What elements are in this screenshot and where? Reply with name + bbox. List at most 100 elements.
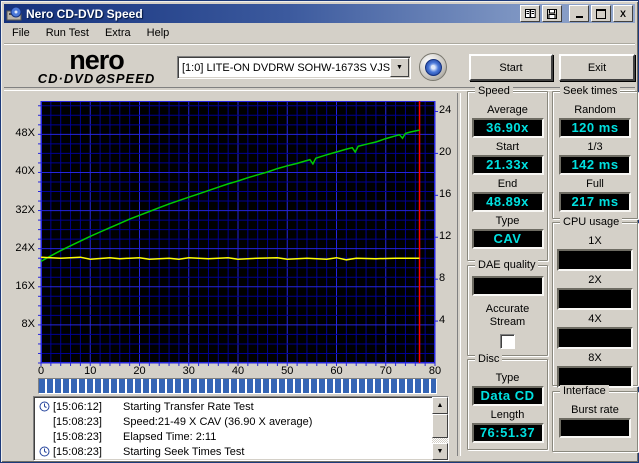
drive-select[interactable]: [1:0] LITE-ON DVDRW SOHW-1673S VJS02 ▼ (177, 56, 411, 79)
cpu-field-value (557, 288, 633, 310)
eject-disc-button[interactable] (419, 53, 447, 81)
close-icon: X (619, 8, 626, 19)
cpu-field-label: 8X (588, 352, 602, 364)
scrollbar-thumb[interactable] (432, 414, 448, 438)
panel-speed: Speed Average 36.90x Start 21.33x End 48.89x T… (467, 85, 548, 261)
log-entry-text: Starting Seek Times Test (123, 445, 245, 458)
y-axis-left-tick: 8X (21, 317, 35, 330)
menu-bar: File Run Test Extra Help (4, 23, 635, 44)
group-title-speed: Speed (475, 85, 513, 97)
y-axis-left-tick: 16X (15, 279, 35, 292)
chevron-down-icon[interactable]: ▼ (390, 58, 409, 77)
iface-field-label: Burst rate (571, 404, 619, 416)
transfer-rate-chart: 8X 16X 24X 32X 40X 48X 4 8 12 16 20 24 0 10 20 30 40 50 60… (7, 93, 459, 381)
cd-disc-icon (424, 58, 442, 76)
menu-item-help[interactable]: Help (139, 25, 178, 41)
panel-cpu: CPU usage 1X 2X 4X 8X (552, 216, 638, 388)
speed-field-value: CAV (471, 229, 544, 249)
log-entry-time: [15:08:23] (53, 445, 102, 458)
speed-fields: Average 36.90x Start 21.33x End 48.89x Type CAV (468, 92, 547, 249)
y-axis-left-tick: 24X (15, 241, 35, 254)
x-axis-tick: 20 (133, 365, 146, 377)
log-entry-time: [15:06:12] (53, 400, 102, 413)
window-title: Nero CD-DVD Speed (26, 6, 143, 21)
cpu-field-label: 4X (588, 313, 602, 325)
speed-field-label: End (497, 178, 518, 190)
start-button[interactable]: Start (469, 54, 553, 81)
log-entry-text: Starting Transfer Rate Test (123, 400, 254, 413)
log-scrollbar[interactable]: ▲ ▼ (432, 397, 448, 460)
clock-icon (39, 401, 50, 412)
title-bar: Nero CD-DVD Speed X (4, 4, 635, 23)
panel-dae: DAE quality Accurate Stream (467, 259, 548, 356)
log-entry: [15:08:23] Elapsed Time: 2:11 (36, 429, 432, 444)
menu-item-extra[interactable]: Extra (97, 25, 139, 41)
x-axis-tick: 10 (84, 365, 97, 377)
maximize-button[interactable] (591, 5, 611, 22)
dae-fields: Accurate Stream (468, 266, 547, 349)
nero-logo-text: nero (69, 45, 125, 75)
arrow-down-icon: ▼ (436, 448, 444, 455)
x-axis-tick: 30 (182, 365, 195, 377)
help-book-button[interactable] (520, 5, 540, 22)
panel-disc: Disc Type Data CD Length 76:51.37 (467, 353, 548, 450)
speed-field-label: Type (495, 215, 520, 227)
menu-item-file[interactable]: File (4, 25, 38, 41)
panel-seek: Seek times Random 120 ms 1/3 142 ms Full 217 … (552, 85, 638, 219)
group-title-seek: Seek times (560, 85, 621, 97)
log-panel: [15:06:12] Starting Transfer Rate Test [15… (33, 396, 449, 461)
x-axis-tick: 80 (428, 365, 442, 377)
iface-field-value (559, 418, 631, 438)
test-progress-bar (38, 378, 437, 394)
y-axis-left-tick: 48X (15, 127, 35, 140)
cpu-field-value (557, 327, 633, 349)
arrow-up-icon: ▲ (436, 402, 444, 409)
x-axis-tick: 50 (281, 365, 294, 377)
seek-field-value: 120 ms (559, 118, 631, 138)
group-title-dae: DAE quality (475, 259, 539, 271)
logo-disc-icon: ⊘ (94, 71, 107, 86)
floppy-save-icon (547, 8, 557, 19)
log-entry-icon (36, 401, 53, 412)
speed-field-value: 21.33x (471, 155, 544, 175)
disc-field-label: Length (490, 409, 525, 421)
clock-icon (39, 446, 50, 457)
x-axis-tick: 70 (379, 365, 392, 377)
menu-item-run-test[interactable]: Run Test (38, 25, 97, 41)
group-title-cpu: CPU usage (560, 216, 623, 228)
log-entry: [15:06:12] Starting Transfer Rate Test (36, 399, 432, 414)
nero-logo: nero CD·DVD⊘SPEED (24, 45, 169, 87)
x-axis-tick: 40 (231, 365, 245, 377)
log-entry: [15:08:23] Speed:21-49 X CAV (36.90 X ave… (36, 414, 432, 429)
app-window: Nero CD-DVD Speed X File Run Test Extra Hel… (0, 0, 639, 463)
y-axis-left-tick: 32X (15, 203, 35, 216)
group-title-disc: Disc (475, 353, 503, 365)
accurate-stream-checkbox[interactable] (500, 334, 515, 349)
exit-button[interactable]: Exit (559, 54, 635, 81)
toolbar-header: nero CD·DVD⊘SPEED [1:0] LITE-ON DVDRW SO… (4, 44, 635, 88)
minimize-button[interactable] (569, 5, 589, 22)
drive-select-value: [1:0] LITE-ON DVDRW SOHW-1673S VJS02 (182, 61, 390, 74)
save-button[interactable] (542, 5, 562, 22)
seek-field-label: 1/3 (587, 141, 603, 153)
disc-fields: Type Data CD Length 76:51.37 (468, 360, 547, 443)
speed-field-value: 36.90x (471, 118, 544, 138)
cpu-field-label: 1X (588, 235, 602, 247)
scroll-up-button[interactable]: ▲ (432, 397, 448, 414)
dae-quality-value (471, 276, 544, 296)
cpu-field-value (557, 249, 633, 271)
log-entry: [15:08:23] Starting Seek Times Test (36, 444, 432, 459)
accurate-stream-label: Accurate Stream (485, 303, 530, 328)
disc-field-value: Data CD (471, 386, 544, 406)
scroll-down-button[interactable]: ▼ (432, 443, 448, 460)
x-axis-tick: 0 (37, 365, 45, 377)
speed-field-value: 48.89x (471, 192, 544, 212)
disc-field-value: 76:51.37 (471, 423, 544, 443)
disc-field-label: Type (495, 372, 520, 384)
close-button[interactable]: X (613, 5, 633, 22)
speed-field-label: Average (487, 104, 528, 116)
chart-plot-svg (38, 101, 438, 366)
maximize-icon (596, 8, 606, 19)
cpu-fields: 1X 2X 4X 8X (553, 223, 637, 388)
x-axis-tick: 60 (330, 365, 343, 377)
